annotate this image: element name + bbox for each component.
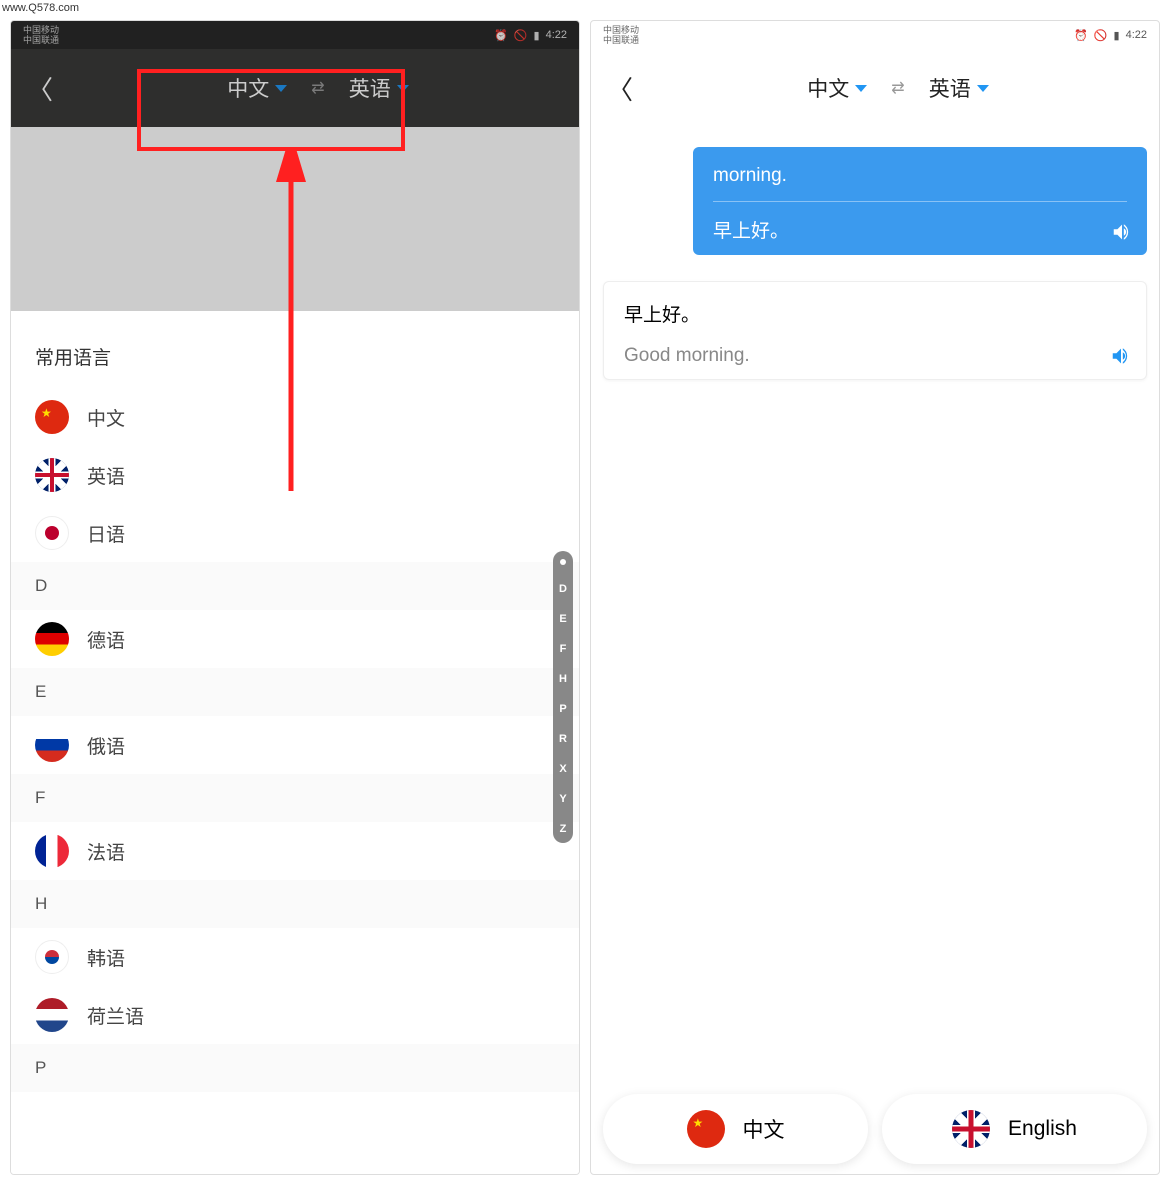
target-language-selector[interactable]: 英语 <box>349 73 409 103</box>
flag-russia-icon <box>35 728 69 762</box>
language-row[interactable]: 法语 <box>11 822 579 880</box>
language-label: 荷兰语 <box>87 1002 144 1029</box>
status-time: 4:22 <box>1126 29 1147 41</box>
section-letter: F <box>11 774 579 822</box>
index-letter[interactable]: X <box>559 763 566 775</box>
flag-china-icon <box>687 1110 725 1148</box>
chevron-down-icon <box>855 85 867 92</box>
source-language-selector[interactable]: 中文 <box>807 73 867 103</box>
target-language-label: 英语 <box>929 73 971 103</box>
battery-icon: ▮ <box>1114 29 1120 42</box>
status-bar: 中国移动 中国联通 ⏰ 🚫 ▮ 4:22 <box>591 21 1159 49</box>
flag-japan-icon <box>35 516 69 550</box>
back-button[interactable]: 〈 <box>27 70 73 107</box>
language-label: 中文 <box>87 404 125 431</box>
status-bar: 中国移动 中国联通 ⏰ 🚫 ▮ 4:22 <box>11 21 579 49</box>
alarm-icon: ⏰ <box>1074 29 1088 42</box>
chevron-down-icon <box>397 85 409 92</box>
phone-screenshot-right: 中国移动 中国联通 ⏰ 🚫 ▮ 4:22 〈 中文 ⇄ 英语 <box>590 20 1160 1175</box>
voice-input-english-button[interactable]: English <box>882 1094 1147 1164</box>
index-letter[interactable]: F <box>560 643 567 655</box>
language-label: 日语 <box>87 520 125 547</box>
language-row[interactable]: 中文 <box>11 388 579 446</box>
status-time: 4:22 <box>546 29 567 41</box>
voice-input-chinese-button[interactable]: 中文 <box>603 1094 868 1164</box>
section-letter: P <box>11 1044 579 1092</box>
index-letter[interactable]: R <box>559 733 567 745</box>
translated-text: 早上好。 <box>713 216 1127 243</box>
language-row[interactable]: 日语 <box>11 504 579 562</box>
phone-screenshot-left: 中国移动 中国联通 ⏰ 🚫 ▮ 4:22 〈 中文 ⇄ 英语 <box>10 20 580 1175</box>
speaker-icon[interactable] <box>1111 221 1133 243</box>
swap-icon[interactable]: ⇄ <box>311 78 324 98</box>
dnd-icon: 🚫 <box>514 29 528 42</box>
language-row[interactable]: 韩语 <box>11 928 579 986</box>
index-letter[interactable]: D <box>559 583 567 595</box>
divider <box>713 201 1127 202</box>
translated-text: Good morning. <box>624 345 1126 367</box>
target-language-label: 英语 <box>349 73 391 103</box>
section-letter: E <box>11 668 579 716</box>
flag-france-icon <box>35 834 69 868</box>
flag-uk-icon <box>952 1110 990 1148</box>
chevron-down-icon <box>275 85 287 92</box>
index-letter[interactable]: Z <box>560 823 567 835</box>
target-language-selector[interactable]: 英语 <box>929 73 989 103</box>
flag-germany-icon <box>35 622 69 656</box>
language-label: 英语 <box>87 462 125 489</box>
translation-card-sent[interactable]: morning. 早上好。 <box>693 147 1147 255</box>
alphabet-index[interactable]: D E F H P R X Y Z <box>553 551 573 843</box>
watermark: www.Q578.com <box>2 2 79 14</box>
source-text: morning. <box>713 165 1127 187</box>
language-label: 法语 <box>87 838 125 865</box>
swap-icon[interactable]: ⇄ <box>891 78 904 98</box>
carrier-2: 中国联通 <box>23 35 59 45</box>
voice-button-label: English <box>1008 1117 1077 1141</box>
flag-korea-icon <box>35 940 69 974</box>
back-button[interactable]: 〈 <box>607 70 653 107</box>
header: 〈 中文 ⇄ 英语 <box>11 49 579 127</box>
index-letter[interactable]: P <box>559 703 566 715</box>
flag-netherlands-icon <box>35 998 69 1032</box>
language-label: 俄语 <box>87 732 125 759</box>
section-letter: H <box>11 880 579 928</box>
index-letter[interactable]: E <box>559 613 566 625</box>
chevron-down-icon <box>977 85 989 92</box>
section-letter: D <box>11 562 579 610</box>
dnd-icon: 🚫 <box>1094 29 1108 42</box>
index-dot-icon <box>560 559 566 565</box>
flag-china-icon <box>35 400 69 434</box>
voice-button-label: 中文 <box>743 1114 785 1144</box>
flag-uk-icon <box>35 458 69 492</box>
index-letter[interactable]: Y <box>559 793 566 805</box>
language-row[interactable]: 德语 <box>11 610 579 668</box>
language-row[interactable]: 俄语 <box>11 716 579 774</box>
battery-icon: ▮ <box>534 29 540 42</box>
source-language-label: 中文 <box>807 73 849 103</box>
section-common-languages: 常用语言 <box>11 311 579 388</box>
language-row[interactable]: 荷兰语 <box>11 986 579 1044</box>
alarm-icon: ⏰ <box>494 29 508 42</box>
carrier-1: 中国移动 <box>603 25 639 35</box>
voice-input-bar: 中文 English <box>603 1094 1147 1164</box>
source-text: 早上好。 <box>624 300 1126 327</box>
language-label: 德语 <box>87 626 125 653</box>
carrier-2: 中国联通 <box>603 35 639 45</box>
language-picker-sheet: 常用语言 中文 英语 日语 D 德语 E 俄语 F 法语 H 韩语 荷兰语 P <box>11 311 579 1174</box>
conversation-area: morning. 早上好。 早上好。 Good morning. <box>591 127 1159 400</box>
carrier-1: 中国移动 <box>23 25 59 35</box>
source-language-label: 中文 <box>227 73 269 103</box>
language-row[interactable]: 英语 <box>11 446 579 504</box>
index-letter[interactable]: H <box>559 673 567 685</box>
translation-card-received[interactable]: 早上好。 Good morning. <box>603 281 1147 380</box>
source-language-selector[interactable]: 中文 <box>227 73 287 103</box>
speaker-icon[interactable] <box>1110 345 1132 367</box>
header: 〈 中文 ⇄ 英语 <box>591 49 1159 127</box>
language-label: 韩语 <box>87 944 125 971</box>
